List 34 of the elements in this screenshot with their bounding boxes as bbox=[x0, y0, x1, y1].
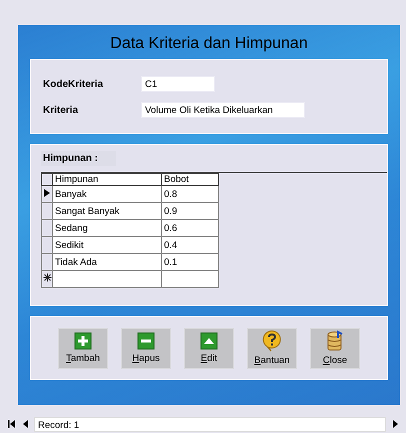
column-header[interactable]: Bobot bbox=[162, 174, 218, 186]
table-cell: 0.4 bbox=[162, 236, 218, 254]
row-selector[interactable] bbox=[42, 186, 52, 202]
database-icon bbox=[326, 330, 344, 352]
table-cell: 0.9 bbox=[162, 202, 218, 220]
next-record-button[interactable] bbox=[390, 418, 400, 430]
table-cell: Banyak bbox=[52, 186, 162, 202]
table-cell: Tidak Ada bbox=[52, 254, 162, 270]
text-field[interactable]: Volume Oli Ketika Dikeluarkan bbox=[141, 102, 305, 118]
first-record-button[interactable] bbox=[6, 418, 16, 430]
column-header[interactable]: Himpunan bbox=[52, 174, 162, 186]
text-field[interactable]: C1 bbox=[141, 76, 215, 92]
edit-button[interactable]: Edit bbox=[184, 328, 234, 368]
table-cell: 0.1 bbox=[162, 254, 218, 270]
plus-icon bbox=[74, 332, 92, 350]
field-label: Kriteria bbox=[43, 104, 80, 116]
field-label: KodeKriteria bbox=[43, 78, 104, 90]
help-icon bbox=[262, 330, 282, 352]
table-cell: 0.8 bbox=[162, 186, 218, 202]
help-button[interactable]: Bantuan bbox=[247, 328, 297, 368]
asterisk-icon bbox=[42, 273, 52, 282]
record-field[interactable]: Record: 1 bbox=[34, 416, 386, 432]
table-cell: Sedang bbox=[52, 220, 162, 236]
table-cell: Sangat Banyak bbox=[52, 202, 162, 220]
section-label: Himpunan : bbox=[41, 151, 116, 166]
row-pointer-icon bbox=[44, 188, 50, 196]
row-selector[interactable] bbox=[42, 270, 52, 288]
close-button[interactable]: Close bbox=[310, 328, 360, 368]
table-cell: Sedikit bbox=[52, 236, 162, 254]
table-cell: 0.6 bbox=[162, 220, 218, 236]
window-title: Data Kriteria dan Himpunan bbox=[110, 34, 308, 54]
minus-icon bbox=[137, 332, 155, 350]
remove-button[interactable]: Hapus bbox=[121, 328, 171, 368]
add-button[interactable]: Tambah bbox=[58, 328, 108, 368]
